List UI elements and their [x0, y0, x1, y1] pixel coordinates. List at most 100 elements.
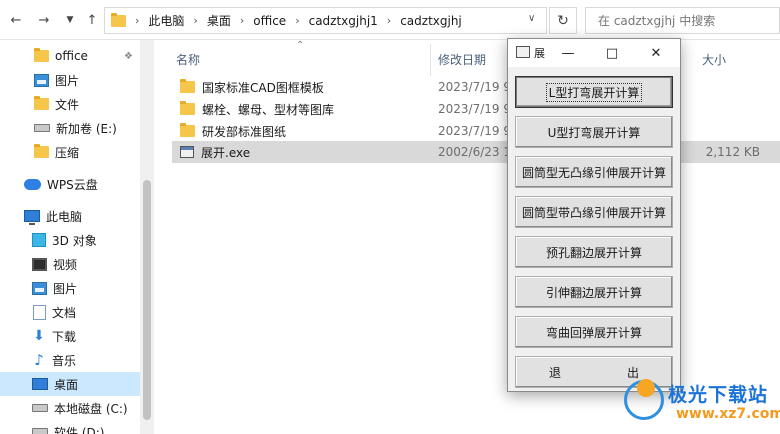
breadcrumb-item[interactable]: cadztxgjhj [400, 14, 462, 28]
logo-icon [624, 379, 664, 420]
u-bend-unfold-button[interactable]: U型打弯展开计算 [515, 116, 673, 148]
video-icon [32, 257, 47, 271]
file-size: 2,112 KB [705, 145, 760, 159]
pictures-icon [34, 73, 49, 87]
button-label: L型打弯展开计算 [545, 82, 643, 102]
sidebar-item-label: 本地磁盘 (C:) [54, 401, 128, 416]
breadcrumb-item[interactable]: cadztxgjhj1 [309, 14, 378, 28]
column-divider[interactable] [430, 44, 431, 76]
watermark: 极光下载站 www.xz7.com [620, 376, 780, 432]
sidebar-item-label: 压缩 [55, 145, 80, 160]
sidebar-item-3d-objects[interactable]: 3D 对象 [0, 228, 140, 252]
minimize-button[interactable]: — [546, 39, 590, 67]
sidebar-item-wps-cloud[interactable]: WPS云盘 [0, 172, 140, 196]
column-header-date[interactable]: 修改日期 [438, 51, 486, 68]
breadcrumb-item[interactable]: 桌面 [207, 12, 231, 29]
file-row[interactable]: 研发部标准图纸 2023/7/19 9 [172, 120, 780, 142]
sidebar-item-drive-c[interactable]: 本地磁盘 (C:) [0, 396, 140, 420]
sidebar-item-label: 音乐 [52, 353, 77, 368]
sidebar-item-label: 图片 [55, 73, 80, 88]
desktop-icon [32, 378, 48, 390]
file-date: 2023/7/19 9 [438, 80, 511, 94]
arrow-left-icon: ← [10, 12, 22, 28]
computer-icon [24, 210, 40, 225]
address-bar[interactable]: › 此电脑 › 桌面 › office › cadztxgjhj1 › cadz… [104, 7, 547, 34]
file-date: 2023/7/19 9 [438, 124, 511, 138]
sidebar-item-pictures-pc[interactable]: 图片 [0, 276, 140, 300]
sidebar-item-downloads[interactable]: ⬇ 下载 [0, 324, 140, 348]
cylinder-no-flange-button[interactable]: 圆筒型无凸缘引伸展开计算 [515, 156, 673, 188]
sidebar-item-videos[interactable]: 视频 [0, 252, 140, 276]
sidebar-item-drive-d[interactable]: 软件 (D:) [0, 420, 140, 434]
application-icon [180, 146, 194, 158]
sidebar-item-this-pc[interactable]: 此电脑 [0, 204, 140, 228]
watermark-url: www.xz7.com [676, 406, 780, 422]
bend-springback-button[interactable]: 弯曲回弹展开计算 [515, 316, 673, 348]
sidebar-item-label: 新加卷 (E:) [56, 121, 117, 136]
sidebar-item-files[interactable]: 文件 [0, 92, 140, 116]
sidebar-item-music[interactable]: ♪ 音乐 [0, 348, 140, 372]
sidebar-item-desktop[interactable]: 桌面 [0, 372, 140, 396]
breadcrumb-item[interactable]: office [253, 14, 286, 28]
back-button[interactable]: ← [6, 10, 26, 30]
l-bend-unfold-button[interactable]: L型打弯展开计算 [515, 76, 673, 108]
drawn-flanging-button[interactable]: 引伸翻边展开计算 [515, 276, 673, 308]
breadcrumb-item[interactable]: 此电脑 [148, 12, 184, 29]
cloud-icon [24, 178, 41, 190]
drive-icon [32, 428, 48, 434]
sidebar-scrollbar[interactable] [140, 40, 154, 434]
folder-icon [34, 96, 49, 110]
minimize-icon: — [561, 45, 575, 61]
folder-icon [180, 123, 195, 137]
file-row[interactable]: 国家标准CAD图框模板 2023/7/19 9 [172, 76, 780, 98]
sort-ascending-icon: ⌃ [296, 40, 305, 51]
folder-icon [34, 144, 49, 158]
pin-icon: ❖ [124, 50, 133, 62]
button-label: 预孔翻边展开计算 [545, 245, 642, 260]
watermark-text: 极光下载站 [668, 384, 769, 406]
breadcrumb-separator-icon: › [386, 14, 392, 27]
cylinder-with-flange-button[interactable]: 圆筒型带凸缘引伸展开计算 [515, 196, 673, 228]
refresh-button[interactable]: ↻ [549, 7, 577, 34]
sidebar-item-compress[interactable]: 压缩 [0, 140, 140, 164]
sidebar-item-label: 文件 [55, 97, 80, 112]
file-name: 展开.exe [201, 145, 251, 160]
unfold-calculator-window: 展 — □ ✕ L型打弯展开计算 U型打弯展开计算 圆筒型无凸缘引伸展开计算 圆… [507, 38, 681, 392]
download-icon: ⬇ [33, 328, 45, 344]
forward-button[interactable]: → [34, 10, 54, 30]
refresh-icon: ↻ [557, 12, 569, 29]
pictures-icon [32, 281, 47, 295]
file-name: 国家标准CAD图框模板 [202, 80, 324, 95]
sidebar-item-label: 软件 (D:) [54, 425, 105, 434]
column-header-size[interactable]: 大小 [702, 51, 726, 68]
search-input[interactable]: 在 cadztxgjhj 中搜索 [585, 7, 780, 34]
folder-icon [34, 48, 49, 62]
sidebar-item-label: 桌面 [54, 377, 79, 392]
breadcrumb-separator-icon: › [135, 14, 140, 27]
up-button[interactable]: ↑ [82, 10, 102, 30]
sidebar-item-label: 下载 [52, 329, 77, 344]
window-titlebar[interactable]: 展 — □ ✕ [508, 39, 680, 67]
file-row-selected[interactable]: 展开.exe 2002/6/23 1 2,112 KB [172, 141, 780, 163]
sidebar-item-pictures[interactable]: 图片 [0, 68, 140, 92]
button-label: 退 [548, 365, 561, 380]
column-header-name[interactable]: 名称 [176, 51, 200, 68]
maximize-icon: □ [605, 45, 619, 61]
scrollbar-thumb[interactable] [143, 180, 151, 420]
button-label: 圆筒型带凸缘引伸展开计算 [521, 205, 666, 220]
button-label: U型打弯展开计算 [547, 125, 641, 140]
sidebar-item-label: 图片 [53, 281, 78, 296]
sidebar-item-drive-e[interactable]: 新加卷 (E:) [0, 116, 140, 140]
sidebar-item-label: 视频 [53, 257, 78, 272]
chevron-down-icon: ▼ [66, 15, 74, 25]
file-row[interactable]: 螺栓、螺母、型材等图库 2023/7/19 9 [172, 98, 780, 120]
recent-locations-button[interactable]: ▼ [60, 10, 80, 30]
sidebar-item-office[interactable]: office ❖ [0, 44, 140, 68]
close-button[interactable]: ✕ [634, 39, 678, 67]
button-label: 圆筒型无凸缘引伸展开计算 [521, 165, 666, 180]
drive-icon [32, 404, 48, 412]
maximize-button[interactable]: □ [590, 39, 634, 67]
pre-hole-flanging-button[interactable]: 预孔翻边展开计算 [515, 236, 673, 268]
sidebar-item-documents[interactable]: 文档 [0, 300, 140, 324]
chevron-down-icon[interactable]: ∨ [528, 13, 535, 24]
